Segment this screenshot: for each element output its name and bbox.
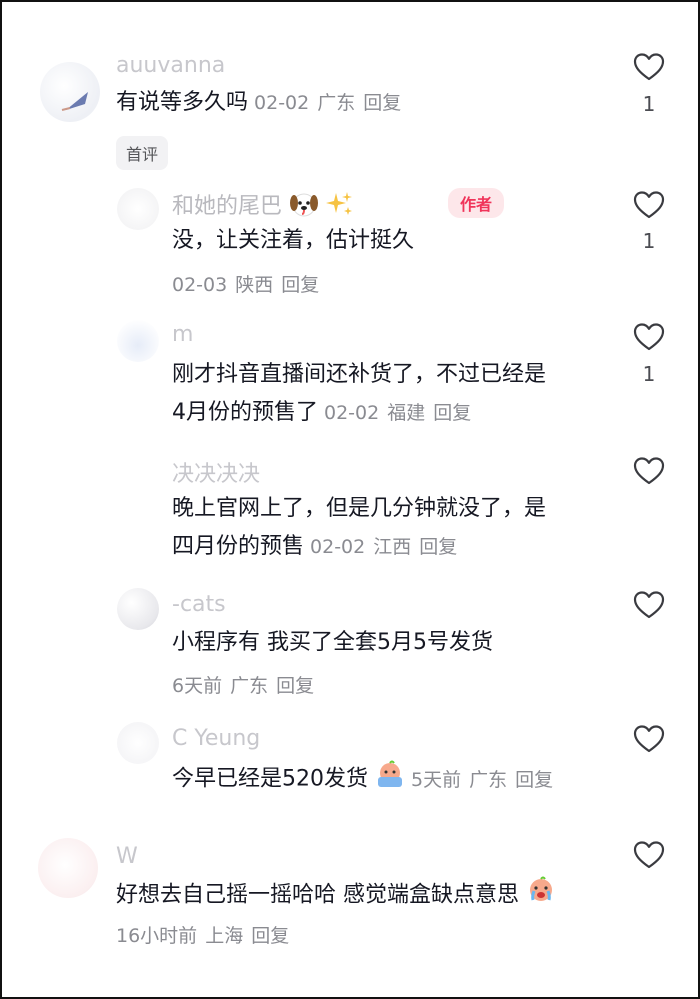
reply-username[interactable]: 和她的尾巴 (172, 188, 354, 224)
comment-text-content: 有说等多久吗 (116, 90, 249, 115)
reply-date: 02-02 (324, 402, 380, 424)
avatar[interactable] (117, 588, 159, 630)
reply-button[interactable]: 回复 (281, 274, 319, 296)
first-comment-badge: 首评 (116, 136, 169, 170)
comment-username[interactable]: W (116, 844, 138, 869)
reply-text: 小程序有 我买了全套5月5号发货 (172, 630, 493, 655)
reply-text-line-1: 晚上官网上了，但是几分钟就没了，是 (172, 496, 547, 521)
reply-username[interactable]: -cats (172, 592, 226, 617)
reply-text: 没，让关注着，估计挺久 (172, 228, 415, 253)
reply-username[interactable]: m (172, 322, 193, 347)
dog-face-emoji (289, 190, 319, 224)
reply-date: 02-03 (172, 274, 228, 296)
heart-outline-icon[interactable] (633, 724, 665, 754)
reply-text-line-2: 四月份的预售 02-02 江西 回复 (172, 530, 465, 564)
reply-button[interactable]: 回复 (276, 675, 314, 697)
heart-outline-icon[interactable] (633, 590, 665, 620)
heart-outline-icon[interactable] (633, 190, 665, 220)
reply-date: 6天前 (172, 675, 223, 697)
reply-username[interactable]: C Yeung (172, 726, 260, 751)
heart-outline-icon[interactable] (633, 52, 665, 82)
comment-username[interactable]: auuvanna (116, 53, 225, 78)
sparkles-emoji (326, 190, 354, 224)
author-tag: 作者 (448, 188, 505, 218)
comment-text: 有说等多久吗 02-02 广东 回复 (116, 86, 409, 120)
avatar[interactable] (38, 838, 98, 898)
heart-outline-icon[interactable] (633, 456, 665, 486)
heart-outline-icon[interactable] (633, 840, 665, 870)
avatar[interactable] (40, 62, 100, 122)
like-count: 1 (642, 229, 656, 253)
reply-date: 5天前 (411, 768, 462, 791)
comment-meta: 16小时前 上海 回复 (116, 921, 297, 948)
comment-date: 02-02 (254, 92, 310, 114)
reply-button[interactable]: 回复 (363, 92, 401, 114)
reply-button[interactable]: 回复 (433, 402, 471, 424)
reply-text-line-1: 刚才抖音直播间还补货了，不过已经是 (172, 362, 547, 387)
reply-date: 02-02 (310, 536, 366, 558)
comment-date: 16小时前 (116, 925, 198, 947)
crying-face-emoji (526, 876, 556, 915)
heart-outline-icon[interactable] (633, 322, 665, 352)
comment-text-content: 好想去自己摇一摇哈哈 感觉端盒缺点意思 (116, 882, 519, 908)
reply-username[interactable]: 决决决决 (172, 456, 260, 488)
reply-button[interactable]: 回复 (515, 769, 553, 791)
comment-location: 上海 (205, 925, 244, 947)
reply-text: 今早已经是520发货 5天前 广东 回复 (172, 760, 561, 799)
reply-location: 广东 (469, 768, 508, 791)
like-count: 1 (642, 362, 656, 386)
comment-text: 好想去自己摇一摇哈哈 感觉端盒缺点意思 (116, 876, 556, 915)
reply-meta: 6天前 广东 回复 (172, 671, 322, 698)
reply-location: 陕西 (235, 274, 274, 296)
avatar[interactable] (117, 320, 159, 362)
like-count: 1 (642, 92, 656, 116)
reply-text-content: 4月份的预售了 (172, 400, 318, 425)
avatar[interactable] (117, 722, 159, 764)
crying-face-emoji (375, 760, 405, 799)
comment-location: 广东 (317, 92, 356, 114)
reply-meta: 02-03 陕西 回复 (172, 270, 327, 297)
reply-text-content: 四月份的预售 (172, 534, 305, 559)
reply-location: 江西 (373, 536, 412, 558)
avatar[interactable] (117, 188, 159, 230)
reply-button[interactable]: 回复 (251, 925, 289, 947)
reply-text-content: 今早已经是520发货 (172, 766, 368, 792)
avatar[interactable] (117, 455, 159, 497)
reply-location: 广东 (230, 675, 269, 697)
reply-button[interactable]: 回复 (419, 536, 457, 558)
reply-text-line-2: 4月份的预售了 02-02 福建 回复 (172, 396, 479, 430)
reply-location: 福建 (387, 402, 426, 424)
